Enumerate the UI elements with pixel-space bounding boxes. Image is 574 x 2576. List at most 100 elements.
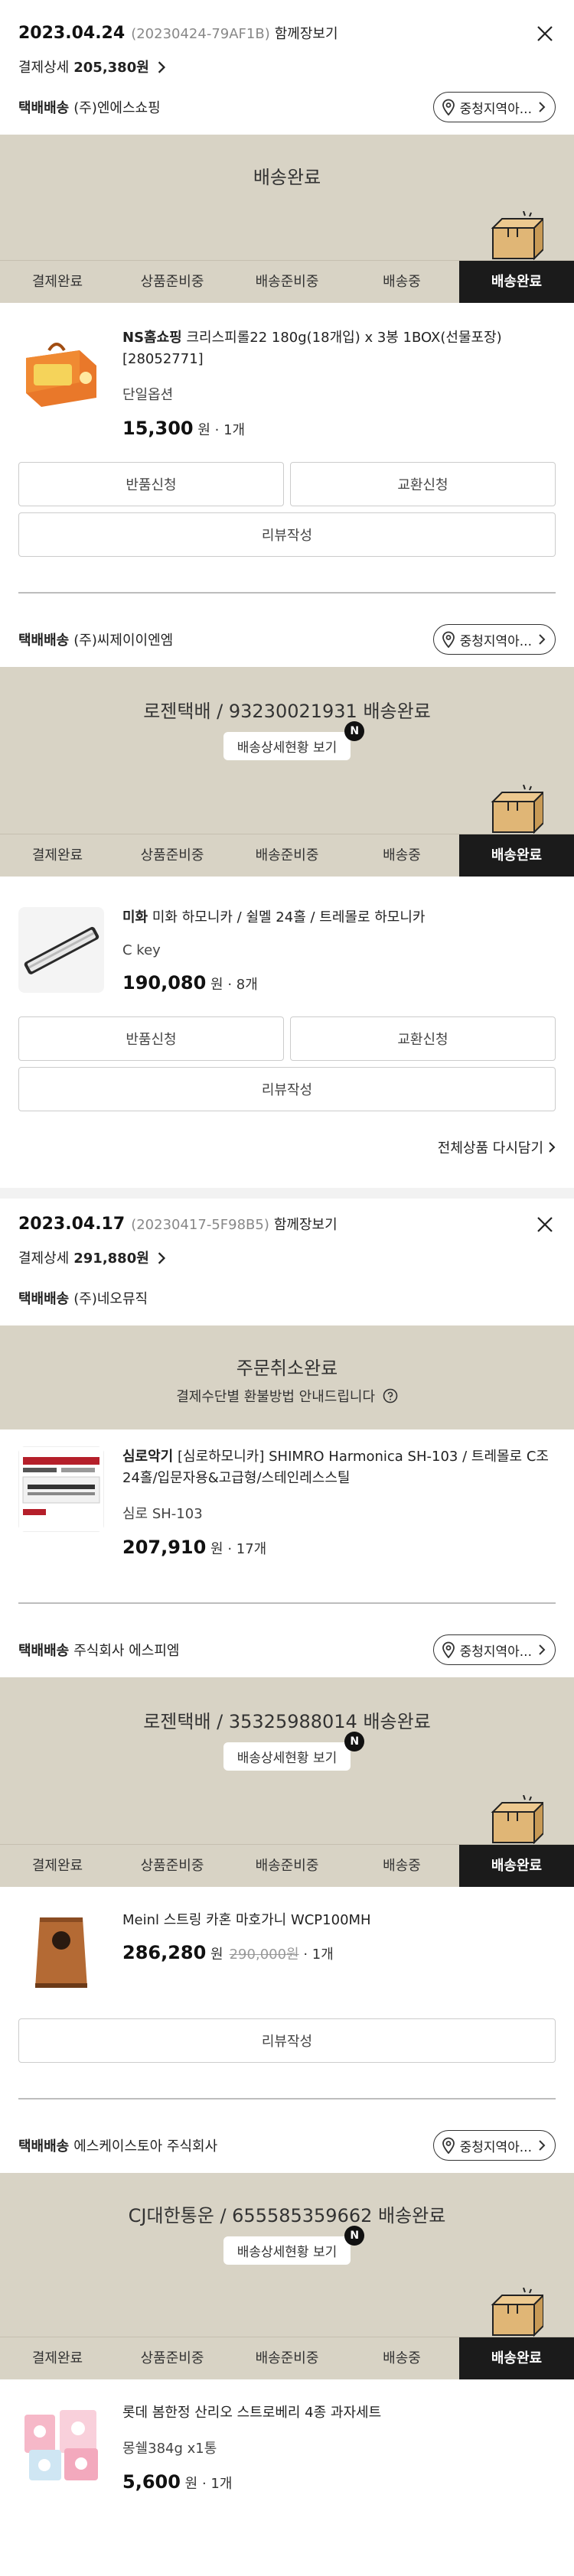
location-pin-icon [442, 2137, 455, 2154]
step-shipping: 배송중 [383, 2350, 421, 2366]
delivery-detail-button[interactable]: 배송상세현황 보기 N [223, 2226, 365, 2265]
return-request-button[interactable]: 반품신청 [18, 462, 284, 506]
chevron-right-icon [157, 1251, 166, 1265]
chevron-right-icon [157, 60, 166, 74]
product-thumbnail[interactable] [18, 327, 104, 413]
exchange-request-button[interactable]: 교환신청 [290, 1016, 556, 1061]
delivery-detail-label: 배송상세현황 보기 [236, 740, 338, 756]
close-icon[interactable] [534, 23, 556, 44]
product-item[interactable]: 롯데 봄한정 산리오 스트로베리 4종 과자세트 몽쉘384g x1통 5,60… [0, 2379, 574, 2493]
payment-detail-label: 결제상세 [18, 1251, 70, 1267]
product-thumbnail[interactable] [18, 2402, 104, 2488]
product-brand: 심로악기 [122, 1449, 174, 1465]
step-shipping: 배송중 [383, 1858, 421, 1874]
product-thumbnail[interactable] [18, 1910, 104, 1995]
order-number: (20230417-5F98B5) [131, 1217, 269, 1233]
write-review-button[interactable]: 리뷰작성 [18, 512, 556, 557]
region-button[interactable]: 중청지역아... [432, 92, 556, 122]
cancel-status: 주문취소완료 [236, 1358, 338, 1379]
delivery-detail-button[interactable]: 배송상세현황 보기 N [223, 721, 365, 760]
new-badge: N [344, 2226, 365, 2246]
region-button[interactable]: 중청지역아... [432, 2130, 556, 2161]
price-amount: 286,280 [122, 1942, 207, 1963]
delivery-status: 로젠택배 / 93230021931 배송완료 [143, 701, 431, 722]
product-name: 미화 하모니카 / 쉴멜 24홀 / 트레몰로 하모니카 [152, 909, 426, 925]
write-review-button[interactable]: 리뷰작성 [18, 1067, 556, 1111]
payment-detail-link[interactable]: 결제상세 205,380원 [18, 54, 556, 80]
step-ready: 배송준비중 [255, 274, 319, 290]
price-unit: 원 [197, 422, 210, 438]
action-buttons: 반품신청 교환신청 리뷰작성 [0, 439, 574, 557]
step-paid: 결제완료 [31, 274, 83, 290]
carrier-label: 택배배송 [18, 100, 70, 116]
product-price: 286,280 원 290,000원 · 1개 [122, 1942, 334, 1963]
step-shipping: 배송중 [383, 274, 421, 290]
product-option: 심로 SH-103 [122, 1506, 203, 1522]
close-icon[interactable] [534, 1214, 556, 1235]
order-shipping-type: 함께장보기 [274, 26, 338, 42]
region-label: 중청지역아... [459, 633, 532, 649]
product-item[interactable]: 심로악기 [심로하모니카] SHIMRO Harmonica SH-103 / … [0, 1429, 574, 1558]
product-item[interactable]: NS홈쇼핑 크리스피롤22 180g(18개입) x 3봉 1BOX(선물포장)… [0, 303, 574, 439]
payment-detail-link[interactable]: 결제상세 291,880원 [18, 1244, 556, 1270]
order-divider [0, 1188, 574, 1199]
chevron-right-icon [549, 1142, 556, 1153]
return-request-button[interactable]: 반품신청 [18, 1016, 284, 1061]
delivery-steps: 결제완료 상품준비중 배송준비중 배송중 배송완료 [0, 834, 574, 877]
price-amount: 207,910 [122, 1537, 207, 1558]
delivery-status-band: 로젠택배 / 93230021931 배송완료 배송상세현황 보기 N [0, 667, 574, 834]
carrier-label: 택배배송 [18, 1643, 70, 1659]
product-item[interactable]: 미화 미화 하모니카 / 쉴멜 24홀 / 트레몰로 하모니카 C key 19… [0, 877, 574, 994]
delivery-steps: 결제완료 상품준비중 배송준비중 배송중 배송완료 [0, 260, 574, 303]
delivery-detail-label: 배송상세현황 보기 [236, 2245, 338, 2260]
order-header: 2023.04.24 (20230424-79AF1B) 함께장보기 결제상세 … [0, 0, 574, 80]
divider [18, 592, 556, 594]
divider [18, 2098, 556, 2100]
carrier-label: 택배배송 [18, 633, 70, 649]
step-delivered: 배송완료 [459, 261, 574, 303]
product-price: 15,300 원 · 1개 [122, 418, 246, 439]
exchange-request-button[interactable]: 교환신청 [290, 462, 556, 506]
delivery-detail-button[interactable]: 배송상세현황 보기 N [223, 1732, 365, 1771]
step-preparing: 상품준비중 [140, 2350, 204, 2366]
payment-amount: 291,880원 [73, 1251, 149, 1267]
seller-name: (주)엔에스쇼핑 [73, 100, 161, 116]
location-pin-icon [442, 631, 455, 648]
shipment-header: 택배배송 (주)씨제이이엔엠 중청지역아... [0, 612, 574, 667]
shipment-header: 택배배송 에스케이스토아 주식회사 중청지역아... [0, 2118, 574, 2173]
price-amount: 190,080 [122, 972, 207, 994]
product-item[interactable]: Meinl 스트링 카혼 마호가니 WCP100MH 286,280 원 290,… [0, 1887, 574, 1995]
shipment-header: 택배배송 주식회사 에스피엠 중청지역아... [0, 1622, 574, 1677]
write-review-button[interactable]: 리뷰작성 [18, 2018, 556, 2063]
delivery-steps: 결제완료 상품준비중 배송준비중 배송중 배송완료 [0, 1844, 574, 1887]
product-name: [심로하모니카] SHIMRO Harmonica SH-103 / 트레몰로 … [122, 1449, 549, 1486]
product-price: 207,910 원 · 17개 [122, 1537, 267, 1558]
region-button[interactable]: 중청지역아... [432, 624, 556, 655]
new-badge: N [344, 721, 365, 741]
delivery-status: 배송완료 [253, 167, 321, 188]
delivery-status-band: 배송완료 [0, 135, 574, 260]
product-thumbnail[interactable] [18, 1446, 104, 1532]
delivery-box-icon [491, 2288, 543, 2337]
order-shipping-type: 함께장보기 [273, 1217, 338, 1233]
product-qty: 1개 [223, 422, 246, 438]
refund-guide-link[interactable]: 결제수단별 환불방법 안내드립니다 [0, 1386, 574, 1406]
help-circle-icon [383, 1388, 398, 1403]
seller-name: 주식회사 에스피엠 [73, 1643, 180, 1659]
price-amount: 15,300 [122, 418, 194, 439]
reorder-all-link[interactable]: 전체상품 다시담기 [0, 1111, 574, 1157]
step-preparing: 상품준비중 [140, 1858, 204, 1874]
product-option: 단일옵션 [122, 387, 174, 403]
action-buttons: 반품신청 교환신청 리뷰작성 [0, 994, 574, 1111]
seller-name: (주)씨제이이엔엠 [73, 633, 174, 649]
seller-name: 에스케이스토아 주식회사 [73, 2139, 218, 2155]
step-shipping: 배송중 [383, 847, 421, 864]
region-button[interactable]: 중청지역아... [432, 1634, 556, 1665]
product-brand: NS홈쇼핑 [122, 330, 182, 346]
price-unit: 원 [210, 977, 223, 993]
region-label: 중청지역아... [459, 101, 532, 117]
product-thumbnail[interactable] [18, 907, 104, 993]
step-ready: 배송준비중 [255, 2350, 319, 2366]
carrier-label: 택배배송 [18, 2139, 70, 2155]
order-list: 2023.04.24 (20230424-79AF1B) 함께장보기 결제상세 … [0, 0, 574, 2511]
